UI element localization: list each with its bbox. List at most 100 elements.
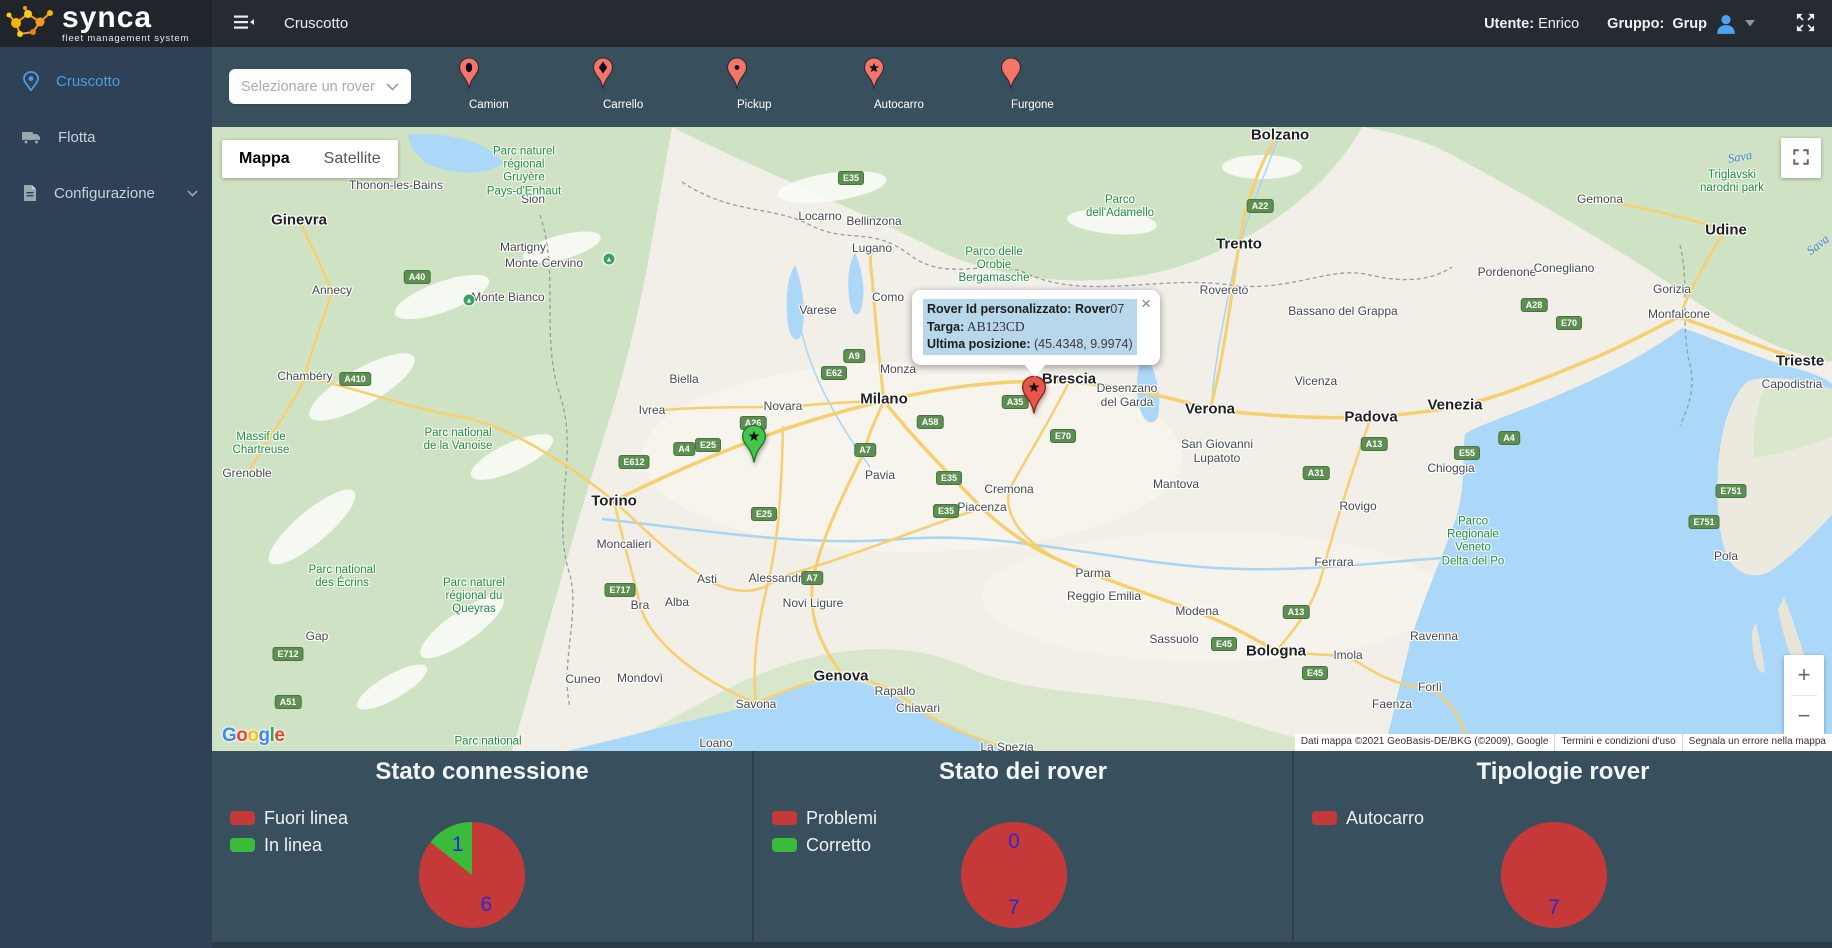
- map-city-label: Verona: [1185, 400, 1235, 417]
- map-city-label: Gemona: [1577, 193, 1623, 207]
- zoom-out-button[interactable]: −: [1784, 696, 1824, 736]
- map-city-label: Capodistria: [1762, 378, 1823, 392]
- road-badge: E70: [1556, 316, 1582, 330]
- map-water-label: Sava: [1727, 148, 1753, 166]
- map-city-label: Ivrea: [639, 404, 666, 418]
- map-city-label: Cuneo: [565, 673, 600, 687]
- map-city-label: Mantova: [1153, 478, 1199, 492]
- group-menu[interactable]: Gruppo: Grup: [1607, 13, 1755, 35]
- map-city-label: Rovereto: [1200, 284, 1249, 298]
- map-city-label: Como: [872, 291, 904, 305]
- map-park-label: Parco delle Orobie Bergamasche: [959, 246, 1030, 286]
- map-city-label: Modena: [1175, 605, 1218, 619]
- road-badge: A13: [1283, 605, 1310, 619]
- map-city-label: Venezia: [1427, 396, 1482, 413]
- chart-title: Tipologie rover: [1294, 758, 1832, 786]
- fullscreen-button[interactable]: [1793, 10, 1818, 38]
- zoom-in-button[interactable]: +: [1784, 655, 1824, 695]
- rover-marker-green[interactable]: [741, 424, 767, 469]
- report-error-link[interactable]: Segnala un errore nella mappa: [1682, 734, 1832, 751]
- map-canvas[interactable]: TorinoMilanoGenovaVeneziaBolognaGinevraB…: [212, 127, 1832, 751]
- road-badge: E35: [838, 171, 864, 185]
- google-logo[interactable]: Google: [222, 725, 284, 747]
- map-park-label: Parco Regionale Veneto Delta del Po: [1442, 516, 1505, 569]
- map-city-label: Vicenza: [1295, 375, 1337, 389]
- terms-link[interactable]: Termini e condizioni d'uso: [1554, 734, 1681, 751]
- road-badge: E35: [933, 504, 959, 518]
- pie-value-label: 6: [480, 893, 492, 917]
- map-city-label: Rovigo: [1339, 500, 1376, 514]
- road-badge: A58: [917, 415, 944, 429]
- map-type-satellite-button[interactable]: Satellite: [307, 140, 398, 178]
- map-city-label: Parma: [1075, 567, 1110, 581]
- road-badge: A31: [1303, 466, 1330, 480]
- road-badge: E45: [1302, 666, 1328, 680]
- sidebar-item-configurazione[interactable]: Configurazione: [0, 169, 212, 217]
- mountain-poi-icon: ▲: [603, 253, 616, 266]
- road-badge: E717: [604, 583, 635, 597]
- road-badge: E62: [821, 366, 847, 380]
- road-badge: A40: [404, 270, 431, 284]
- sidebar-item-cruscotto[interactable]: Cruscotto: [0, 57, 212, 105]
- road-badge: E45: [1211, 637, 1237, 651]
- map-city-label: Bassano del Grappa: [1288, 305, 1397, 319]
- app-root: synca fleet management system Cruscotto …: [0, 0, 1832, 948]
- legend-item: Fuori linea: [230, 807, 348, 829]
- pie-value-label: 7: [1008, 896, 1020, 920]
- map-city-label: Asti: [697, 573, 717, 587]
- road-badge: A51: [275, 695, 302, 709]
- legend-item: Problemi: [772, 807, 877, 829]
- charts-row: Stato connessioneFuori lineaIn linea61St…: [212, 751, 1832, 948]
- map-city-label: Conegliano: [1534, 262, 1595, 276]
- close-icon[interactable]: ×: [1139, 293, 1153, 314]
- map-city-label: Rapallo: [875, 685, 916, 699]
- map-city-label: Forlì: [1418, 681, 1442, 695]
- user-label: Utente:: [1484, 16, 1534, 32]
- sidebar-item-label: Configurazione: [54, 185, 155, 202]
- map-type-mappa-button[interactable]: Mappa: [222, 140, 307, 178]
- map-city-label: Milano: [860, 390, 908, 407]
- map-city-label: La Spezia: [980, 741, 1033, 751]
- legend-label: Fuori linea: [264, 808, 348, 829]
- user-info: Utente: Enrico: [1484, 16, 1579, 32]
- truck-icon: [22, 130, 42, 145]
- map-city-label: Locarno: [798, 210, 841, 224]
- map-city-label: Gorizia: [1653, 283, 1691, 297]
- map-city-label: Faenza: [1372, 698, 1412, 712]
- chart-title: Stato dei rover: [754, 758, 1292, 786]
- group-label: Gruppo:: [1607, 16, 1664, 32]
- app-logo[interactable]: synca fleet management system: [0, 0, 212, 47]
- map-city-label: San Giovanni Lupatoto: [1181, 438, 1253, 466]
- google-logo-letter: g: [259, 725, 270, 746]
- group-name: Grup: [1672, 16, 1707, 32]
- rover-marker-red[interactable]: [1021, 375, 1047, 420]
- map-fullscreen-button[interactable]: [1781, 138, 1821, 178]
- map-park-label: Parc national des Écrins: [308, 564, 375, 590]
- map-pin-dot-icon: [725, 57, 749, 91]
- marker-pin-icon: [741, 424, 767, 464]
- pie-value-label: 7: [1548, 896, 1560, 920]
- map-park-label: Triglavski narodni park: [1700, 169, 1764, 195]
- pie-chart: [419, 822, 525, 928]
- sidebar-item-flotta[interactable]: Flotta: [0, 113, 212, 161]
- chevron-down-icon: [386, 83, 399, 91]
- map-city-label: Gap: [306, 630, 329, 644]
- sidebar-toggle-button[interactable]: [230, 10, 258, 37]
- map-park-label: Parc naturel régional Gruyère Pays-d'Enh…: [487, 146, 561, 199]
- chevron-down-icon: [1745, 20, 1755, 27]
- map-park-label: Parc naturel régional du Queyras: [443, 577, 505, 617]
- map-city-label: Torino: [591, 492, 637, 509]
- legend-swatch: [772, 838, 797, 852]
- map-city-label: Chambéry: [277, 370, 332, 384]
- map-city-label: Brescia: [1042, 370, 1096, 387]
- rover-select[interactable]: Selezionare un rover: [229, 69, 411, 104]
- road-badge: A4: [673, 442, 695, 456]
- map-pin-star-icon: [862, 57, 886, 91]
- map-city-label: Genova: [813, 667, 868, 684]
- map-city-label: Pola: [1714, 550, 1738, 564]
- road-badge: A7: [801, 571, 823, 585]
- google-logo-letter: o: [247, 725, 258, 746]
- map-city-label: Sassuolo: [1149, 633, 1198, 647]
- legend-item: Autocarro: [1312, 807, 1424, 829]
- pie-value-label: 1: [452, 833, 464, 857]
